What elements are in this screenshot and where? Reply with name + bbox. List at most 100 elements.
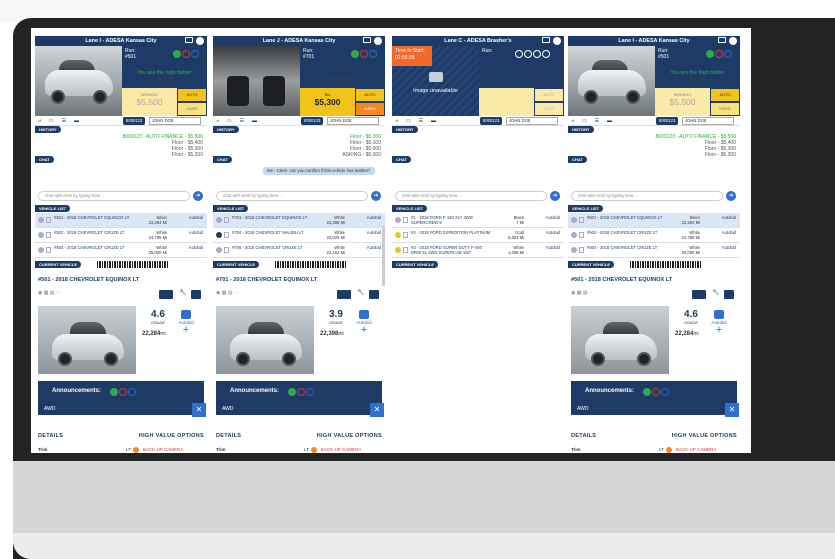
chat-icon[interactable]: ▭: [49, 118, 54, 124]
add-icon[interactable]: +: [175, 325, 197, 336]
list-icon[interactable]: ☰: [419, 118, 423, 124]
activity-icon[interactable]: ⩘: [395, 118, 398, 124]
doc-icon: [224, 217, 229, 223]
vehicle-photo[interactable]: [213, 46, 300, 116]
hard-bid-button[interactable]: HARD: [711, 103, 739, 115]
settings-icon[interactable]: [196, 37, 204, 45]
current-vehicle-photo[interactable]: [216, 306, 314, 374]
current-vehicle-photo[interactable]: [571, 306, 669, 374]
lane-title: Lane I - ADESA Kansas City: [35, 36, 207, 46]
vehicle-list-item[interactable]: #504 - 2018 CHEVROLET CRUZE LT White 25,00…: [568, 243, 740, 258]
auto-bid-button[interactable]: AUTO: [711, 89, 739, 101]
car-view-button[interactable]: [159, 290, 173, 299]
vehicle-list-item[interactable]: #502 - 2018 CHEVROLET CRUZE LT White 24,78…: [568, 228, 740, 243]
vehicle-list-item[interactable]: #501 - 2018 CHEVROLET EQUINOX LT Silver 22…: [35, 213, 207, 228]
monitor-icon[interactable]: [185, 37, 193, 43]
vehicle-list-item[interactable]: #2 - 2018 FORD EXPEDITION PLATINUM Gold 5,…: [392, 228, 564, 243]
settings-icon[interactable]: [374, 37, 382, 45]
camera-button[interactable]: [369, 290, 379, 299]
hard-bid-button[interactable]: HARD: [356, 103, 384, 115]
add-icon[interactable]: +: [353, 325, 375, 336]
activity-icon[interactable]: ⩘: [571, 118, 574, 124]
bid-button[interactable]: WINNING $5,500: [655, 88, 710, 116]
chat-icon[interactable]: ▭: [406, 118, 411, 124]
bidder-select[interactable]: JOHN DOE: [149, 117, 201, 125]
autobid-button[interactable]: Autobid +: [353, 310, 375, 336]
list-icon[interactable]: ☰: [595, 118, 599, 124]
car-icon[interactable]: ▬: [431, 118, 436, 124]
bidder-select[interactable]: JOHN DOE: [327, 117, 379, 125]
list-icon[interactable]: ☰: [240, 118, 244, 124]
watch-icon[interactable]: [38, 217, 44, 223]
close-icon[interactable]: ✕: [370, 403, 384, 417]
watch-icon[interactable]: [216, 232, 222, 238]
auto-bid-button[interactable]: AUTO: [178, 89, 206, 101]
list-icon[interactable]: ☰: [62, 118, 66, 124]
vehicle-list-item[interactable]: #704 - 2018 CHEVROLET MALIBU LT White 22,0…: [213, 228, 385, 243]
auto-bid-button[interactable]: AUTO: [356, 89, 384, 101]
vehicle-list-item[interactable]: #701 - 2018 CHEVROLET EQUINOX LT White 22,…: [213, 213, 385, 228]
chat-input[interactable]: chat with clerk by typing here...: [216, 191, 368, 201]
chat-icon[interactable]: ▭: [582, 118, 587, 124]
settings-icon[interactable]: [729, 37, 737, 45]
camera-button[interactable]: [191, 290, 201, 299]
settings-icon[interactable]: [553, 37, 561, 45]
monitor-icon[interactable]: [718, 37, 726, 43]
monitor-icon[interactable]: [363, 37, 371, 43]
watch-icon[interactable]: [38, 247, 44, 253]
chat-input[interactable]: chat with clerk by typing here...: [395, 191, 547, 201]
chat-icon[interactable]: ▭: [227, 118, 232, 124]
car-icon[interactable]: ▬: [607, 118, 612, 124]
watch-icon[interactable]: [571, 232, 577, 238]
car-view-button[interactable]: [337, 290, 351, 299]
vehicle-photo[interactable]: [35, 46, 122, 116]
camera-button[interactable]: [724, 290, 734, 299]
watch-icon[interactable]: [571, 247, 577, 253]
watch-icon[interactable]: [216, 217, 222, 223]
wrench-icon[interactable]: 🔧: [357, 289, 366, 298]
vehicle-photo[interactable]: [568, 46, 655, 116]
watch-icon[interactable]: [216, 247, 222, 253]
barcode-icon: [97, 261, 169, 268]
vehicle-list-item[interactable]: #706 - 2018 CHEVROLET CRUZE LT White 22,16…: [213, 243, 385, 258]
send-icon[interactable]: ➜: [550, 191, 560, 201]
close-icon[interactable]: ✕: [192, 403, 206, 417]
car-view-button[interactable]: [692, 290, 706, 299]
hard-bid-button[interactable]: HARD: [178, 103, 206, 115]
chat-input[interactable]: chat with clerk by typing here...: [571, 191, 723, 201]
vehicle-list-item[interactable]: #502 - 2018 CHEVROLET CRUZE LT White 24,78…: [35, 228, 207, 243]
bid-button[interactable]: [479, 88, 534, 116]
close-icon[interactable]: ✕: [725, 403, 739, 417]
watch-icon[interactable]: [395, 217, 401, 223]
bid-button[interactable]: Bid $5,300: [300, 88, 355, 116]
activity-icon[interactable]: ⩘: [38, 118, 41, 124]
bidder-select[interactable]: JOHN DOE: [682, 117, 734, 125]
monitor-icon[interactable]: [542, 37, 550, 43]
wrench-icon[interactable]: 🔧: [712, 289, 721, 298]
vehicle-list-item[interactable]: #3 - 2018 FORD SUPER DUTY F-450 DRW XL 2…: [392, 243, 564, 258]
watch-icon[interactable]: [571, 217, 577, 223]
bidder-select[interactable]: JOHN DOE: [506, 117, 558, 125]
chat-input[interactable]: chat with clerk by typing here...: [38, 191, 190, 201]
vehicle-list-item[interactable]: #501 - 2018 CHEVROLET EQUINOX LT Silver 22…: [568, 213, 740, 228]
hard-bid-button[interactable]: HARD: [535, 103, 563, 115]
autobid-button[interactable]: Autobid +: [175, 310, 197, 336]
add-icon[interactable]: +: [708, 325, 730, 336]
send-icon[interactable]: ➜: [193, 191, 203, 201]
watch-icon[interactable]: [395, 247, 401, 253]
vehicle-list-item[interactable]: #1 - 2018 FORD F-150 XLT 4WD SUPERCREW 5…: [392, 213, 564, 228]
scrollbar[interactable]: [382, 226, 385, 286]
watch-icon[interactable]: [395, 232, 401, 238]
watch-icon[interactable]: [38, 232, 44, 238]
send-icon[interactable]: ➜: [726, 191, 736, 201]
car-icon[interactable]: ▬: [252, 118, 257, 124]
autobid-button[interactable]: Autobid +: [708, 310, 730, 336]
auto-bid-button[interactable]: AUTO: [535, 89, 563, 101]
car-icon[interactable]: ▬: [74, 118, 79, 124]
wrench-icon[interactable]: 🔧: [179, 289, 188, 298]
send-icon[interactable]: ➜: [371, 191, 381, 201]
vehicle-list-item[interactable]: #504 - 2018 CHEVROLET CRUZE LT White 25,00…: [35, 243, 207, 258]
current-vehicle-photo[interactable]: [38, 306, 136, 374]
activity-icon[interactable]: ⩘: [216, 118, 219, 124]
bid-button[interactable]: WINNING $5,500: [122, 88, 177, 116]
